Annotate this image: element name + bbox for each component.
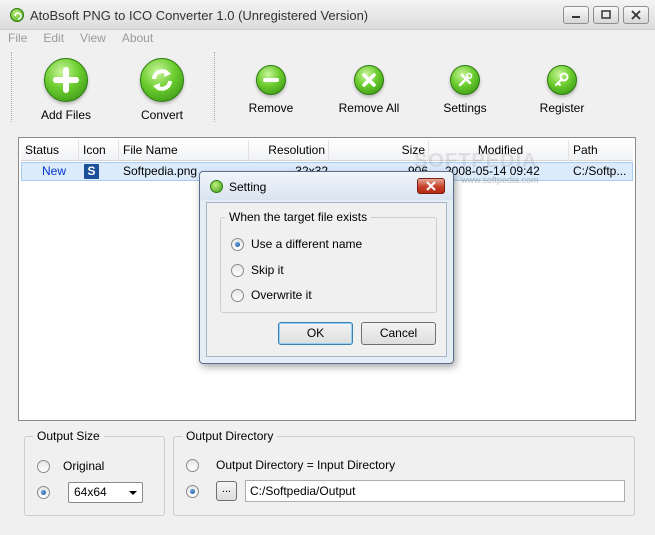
menu-file[interactable]: File bbox=[0, 30, 35, 45]
toolbar: Add Files Convert Remove Remove All Sett… bbox=[0, 48, 655, 128]
close-icon bbox=[418, 179, 444, 193]
register-label: Register bbox=[539, 101, 585, 115]
use-different-name-label: Use a different name bbox=[251, 237, 363, 251]
window-title: AtoBsoft PNG to ICO Converter 1.0 (Unreg… bbox=[30, 8, 369, 23]
output-size-title: Output Size bbox=[33, 429, 104, 443]
watermark-text: SOFTPEDIA bbox=[414, 150, 538, 172]
dialog-close-button[interactable] bbox=[417, 178, 445, 194]
output-size-group: Output Size Original 64x64 bbox=[24, 429, 165, 516]
skip-it-label: Skip it bbox=[251, 263, 284, 277]
output-directory-group: Output Directory Output Directory = Inpu… bbox=[173, 429, 635, 516]
row-status: New bbox=[42, 164, 67, 178]
column-file-name[interactable]: File Name bbox=[119, 140, 249, 161]
column-icon[interactable]: Icon bbox=[79, 140, 119, 161]
row-path: C:/Softp... bbox=[573, 164, 627, 178]
original-size-radio[interactable] bbox=[37, 460, 50, 473]
convert-button[interactable]: Convert bbox=[132, 58, 192, 122]
remove-all-button[interactable]: Remove All bbox=[334, 65, 404, 115]
watermark-url: www.softpedia.com bbox=[461, 175, 539, 185]
minimize-button[interactable] bbox=[563, 6, 589, 24]
settings-button[interactable]: Settings bbox=[435, 65, 495, 115]
browse-button[interactable]: ... bbox=[216, 481, 237, 501]
same-as-input-label: Output Directory = Input Directory bbox=[216, 458, 396, 472]
menu-edit[interactable]: Edit bbox=[35, 30, 72, 45]
column-path[interactable]: Path bbox=[569, 140, 635, 161]
column-status[interactable]: Status bbox=[21, 140, 79, 161]
chevron-down-icon bbox=[129, 491, 137, 495]
settings-label: Settings bbox=[443, 101, 487, 115]
custom-directory-radio[interactable] bbox=[186, 485, 199, 498]
remove-button[interactable]: Remove bbox=[241, 65, 301, 115]
menu-about[interactable]: About bbox=[114, 30, 161, 45]
column-resolution[interactable]: Resolution bbox=[249, 140, 329, 161]
custom-size-radio[interactable] bbox=[37, 486, 50, 499]
toolbar-separator bbox=[11, 52, 13, 122]
app-icon bbox=[10, 8, 24, 22]
close-icon bbox=[624, 7, 648, 23]
original-size-label: Original bbox=[63, 459, 105, 473]
refresh-icon bbox=[140, 58, 184, 102]
size-dropdown-value: 64x64 bbox=[74, 485, 107, 499]
dialog-title: Setting bbox=[229, 180, 267, 194]
output-path-input[interactable]: C:/Softpedia/Output bbox=[245, 480, 625, 502]
size-dropdown[interactable]: 64x64 bbox=[68, 482, 143, 503]
title-bar: AtoBsoft PNG to ICO Converter 1.0 (Unreg… bbox=[0, 0, 655, 30]
remove-all-label: Remove All bbox=[338, 101, 400, 115]
overwrite-it-label: Overwrite it bbox=[251, 288, 312, 302]
close-window-button[interactable] bbox=[623, 6, 649, 24]
target-exists-group: When the target file exists Use a differ… bbox=[220, 210, 437, 313]
dialog-title-bar: Setting bbox=[200, 172, 453, 200]
tools-icon bbox=[450, 65, 480, 95]
file-list-header: Status Icon File Name Resolution Size Mo… bbox=[21, 140, 633, 161]
setting-dialog: Setting When the target file exists Use … bbox=[199, 171, 454, 364]
dialog-body: When the target file exists Use a differ… bbox=[206, 202, 447, 357]
overwrite-it-radio[interactable] bbox=[231, 289, 244, 302]
remove-label: Remove bbox=[248, 101, 294, 115]
ok-button[interactable]: OK bbox=[278, 322, 353, 345]
same-as-input-radio[interactable] bbox=[186, 459, 199, 472]
output-directory-title: Output Directory bbox=[182, 429, 278, 443]
key-icon bbox=[547, 65, 577, 95]
toolbar-separator bbox=[214, 52, 216, 122]
target-exists-title: When the target file exists bbox=[225, 210, 372, 224]
minimize-icon bbox=[564, 7, 588, 23]
file-thumbnail-icon: S bbox=[84, 164, 99, 179]
x-icon bbox=[354, 65, 384, 95]
skip-it-radio[interactable] bbox=[231, 264, 244, 277]
convert-label: Convert bbox=[140, 108, 184, 122]
menu-view[interactable]: View bbox=[72, 30, 114, 45]
use-different-name-radio[interactable] bbox=[231, 238, 244, 251]
minus-icon bbox=[256, 65, 286, 95]
cancel-button[interactable]: Cancel bbox=[361, 322, 436, 345]
dialog-app-icon bbox=[210, 180, 223, 193]
menu-bar: File Edit View About bbox=[0, 30, 655, 48]
add-files-label: Add Files bbox=[40, 108, 92, 122]
plus-icon bbox=[44, 58, 88, 102]
add-files-button[interactable]: Add Files bbox=[36, 58, 96, 122]
register-button[interactable]: Register bbox=[532, 65, 592, 115]
maximize-button[interactable] bbox=[593, 6, 619, 24]
maximize-icon bbox=[594, 7, 618, 23]
